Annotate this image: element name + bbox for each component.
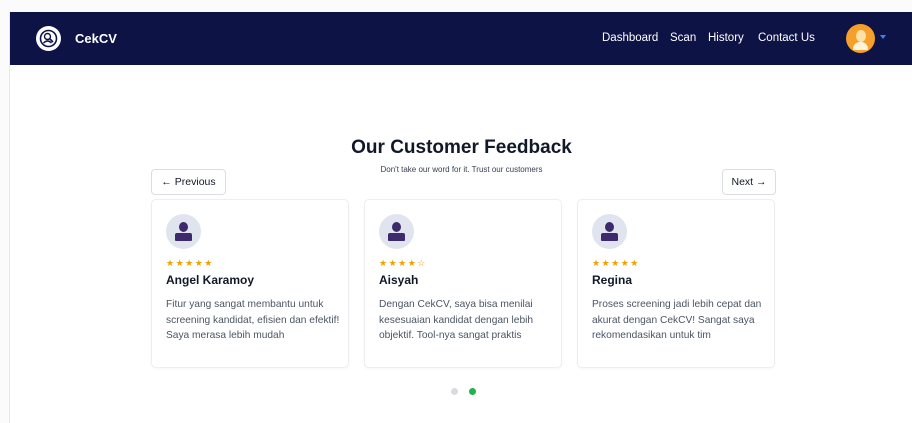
- logo-icon[interactable]: [36, 26, 61, 51]
- person-icon: [379, 214, 414, 249]
- nav-link-history[interactable]: History: [708, 32, 744, 44]
- pagination-dot-active[interactable]: [469, 388, 476, 395]
- previous-button[interactable]: ← Previous: [151, 169, 226, 195]
- star-rating: ★★★★☆: [379, 258, 427, 268]
- section-title: Our Customer Feedback: [351, 137, 572, 158]
- navbar: CekCV Dashboard Scan History Contact Us: [10, 12, 912, 65]
- page: CekCV Dashboard Scan History Contact Us …: [9, 12, 912, 423]
- nav-link-dashboard[interactable]: Dashboard: [602, 32, 658, 44]
- star-rating: ★★★★★: [166, 258, 214, 268]
- nav-link-scan[interactable]: Scan: [670, 32, 696, 44]
- person-icon: [592, 214, 627, 249]
- testimonial-text: Proses screening jadi lebih cepat dan ak…: [592, 299, 762, 341]
- testimonial-name: Angel Karamoy: [166, 273, 255, 287]
- section-subtitle: Don't take our word for it. Trust our cu…: [380, 165, 543, 174]
- browser-viewport: CekCV Dashboard Scan History Contact Us …: [0, 0, 912, 423]
- nav-link-contact-us[interactable]: Contact Us: [758, 32, 815, 44]
- testimonial-card: ★★★★★ Regina Proses screening jadi lebih…: [577, 199, 775, 368]
- testimonial-name: Regina: [592, 273, 633, 287]
- person-icon: [166, 214, 201, 249]
- testimonial-text: Dengan CekCV, saya bisa menilai kesesuai…: [379, 299, 534, 341]
- testimonial-card: ★★★★☆ Aisyah Dengan CekCV, saya bisa men…: [364, 199, 562, 368]
- pagination-dot[interactable]: [451, 388, 458, 395]
- user-avatar-icon[interactable]: [846, 24, 875, 53]
- testimonial-card: ★★★★★ Angel Karamoy Fitur yang sangat me…: [151, 199, 349, 368]
- star-rating: ★★★★★: [592, 258, 640, 268]
- brand-name[interactable]: CekCV: [75, 31, 117, 46]
- testimonial-name: Aisyah: [379, 273, 419, 287]
- chevron-down-icon[interactable]: [880, 35, 886, 39]
- testimonial-text: Fitur yang sangat membantu untuk screeni…: [166, 299, 340, 341]
- next-button[interactable]: Next →: [722, 169, 776, 195]
